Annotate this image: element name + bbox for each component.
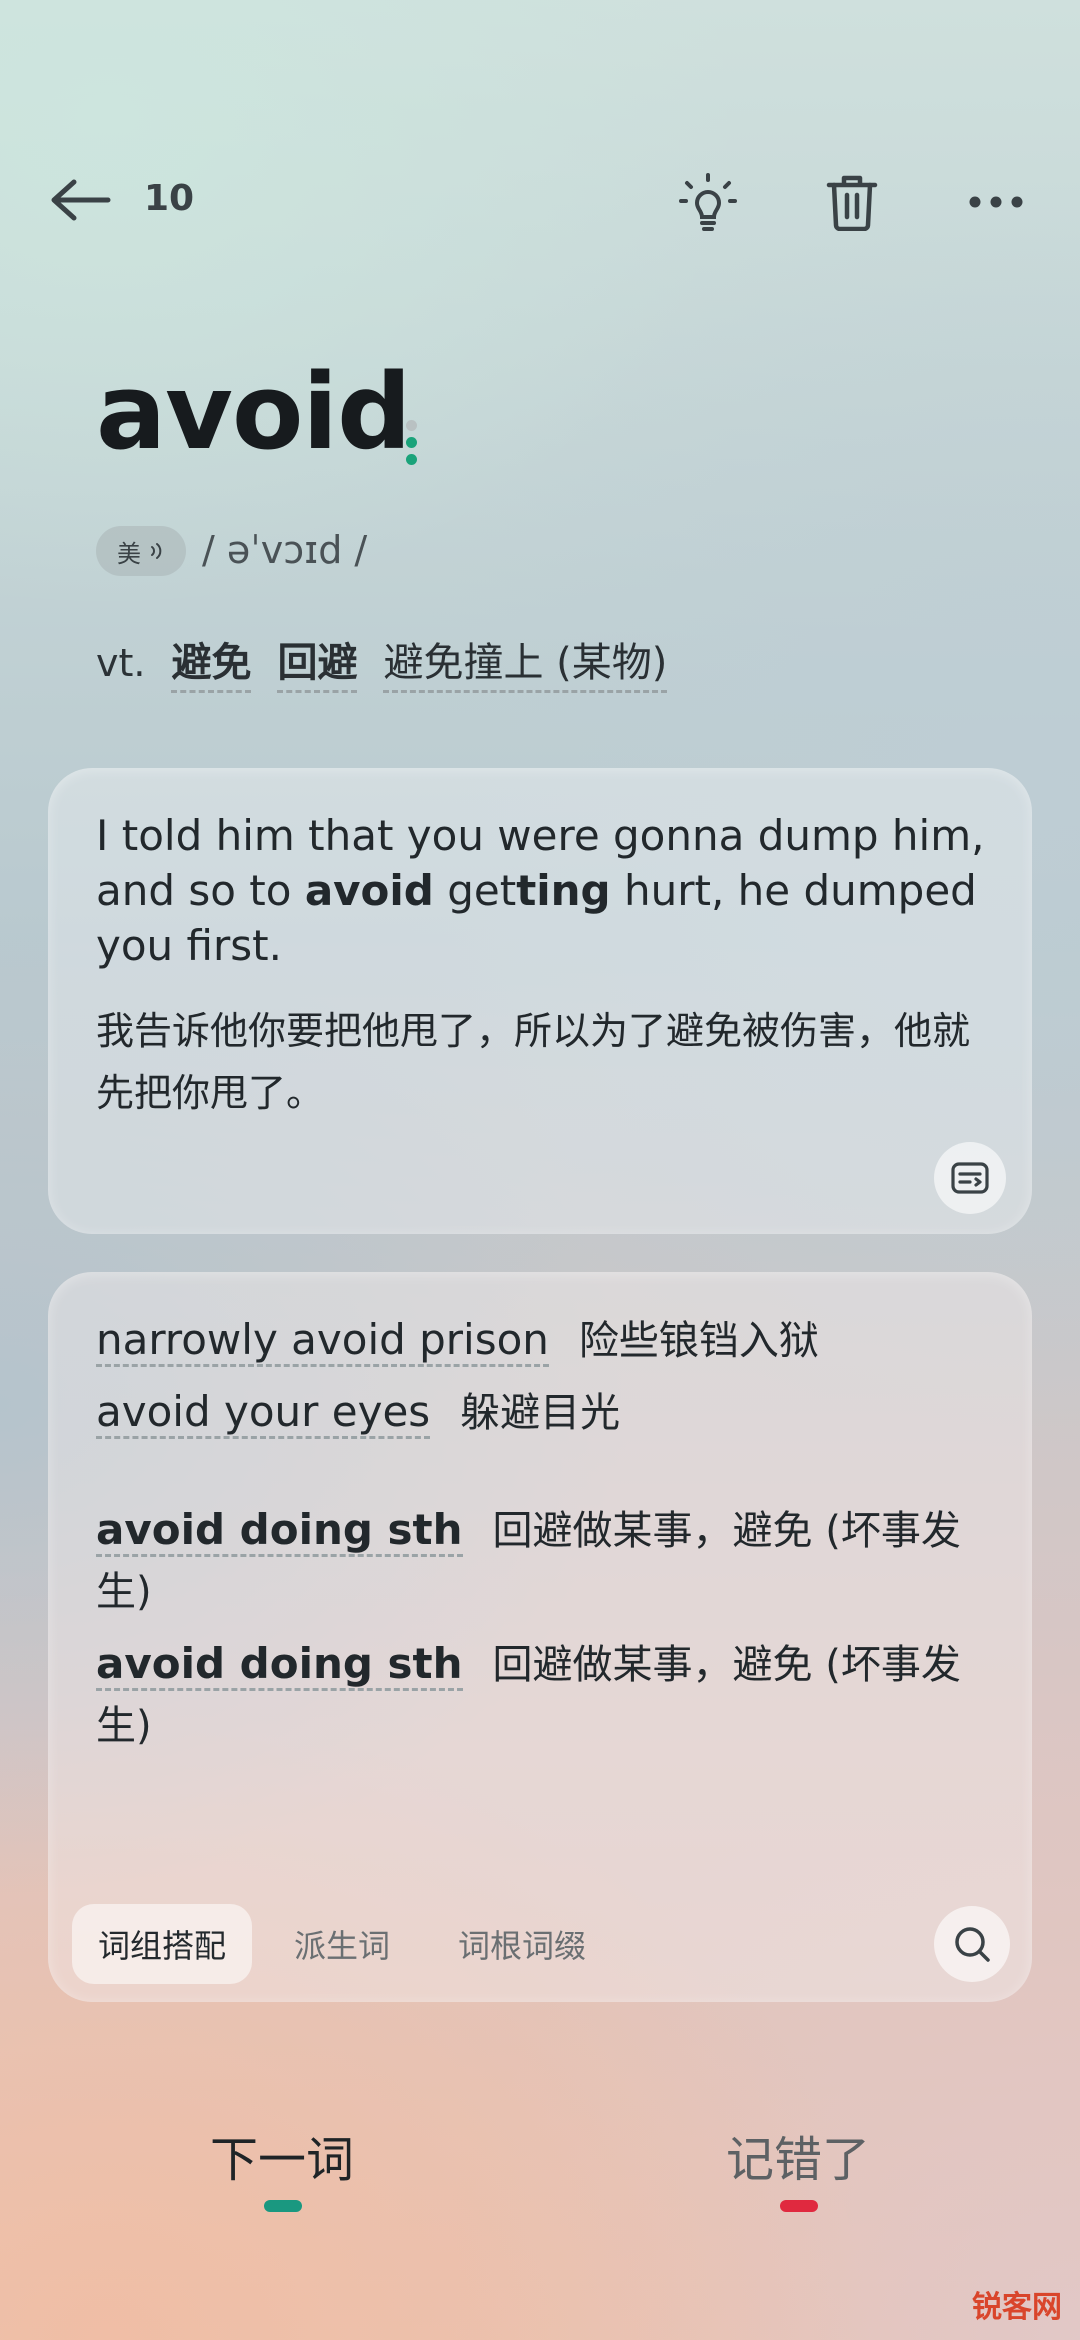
- mark-wrong-button[interactable]: 记错了: [648, 2120, 948, 2190]
- phrase-row[interactable]: narrowly avoid prison 险些锒铛入狱: [96, 1310, 996, 1371]
- mark-wrong-indicator: [780, 2200, 818, 2212]
- arrow-left-icon: [51, 179, 111, 221]
- dot: [405, 454, 417, 465]
- phrase-english: avoid your eyes: [96, 1387, 431, 1439]
- definitions: vt. 避免 回避 避免撞上 (某物): [96, 630, 668, 693]
- more-button[interactable]: [956, 162, 1036, 242]
- familiarity-dots: [404, 420, 418, 480]
- trash-icon: [826, 175, 878, 231]
- more-dots-icon: [969, 196, 1023, 208]
- lightbulb-icon: [679, 173, 737, 231]
- tab-roots-affixes[interactable]: 词根词缀: [432, 1904, 612, 1984]
- back-button[interactable]: [48, 170, 144, 230]
- phrase-english: narrowly avoid prison: [96, 1315, 549, 1367]
- tab-phrases[interactable]: 词组搭配: [72, 1904, 253, 1984]
- phonetic: / əˈvɔɪd /: [202, 528, 368, 572]
- dot: [405, 420, 417, 431]
- example-keyword: avoid: [304, 866, 434, 915]
- example-text: get: [433, 866, 517, 915]
- headword: avoid: [96, 351, 412, 473]
- word-count: 10: [144, 178, 195, 219]
- speaker-icon: [151, 543, 162, 559]
- tab-bar: 词组搭配 派生词 词根词缀: [72, 1904, 612, 1984]
- tab-derivatives[interactable]: 派生词: [268, 1904, 416, 1984]
- example-keyword: ting: [516, 866, 611, 915]
- phrase-row[interactable]: avoid doing sth 回避做某事，避免 (坏事发生): [96, 1500, 996, 1622]
- dot: [405, 437, 417, 448]
- subtitle-button[interactable]: [934, 1142, 1006, 1214]
- phrase-row[interactable]: avoid your eyes 躲避目光: [96, 1382, 996, 1443]
- phrase-chinese: 险些锒铛入狱: [578, 1318, 819, 1364]
- definition[interactable]: 避免: [171, 630, 252, 693]
- hint-button[interactable]: [668, 162, 748, 242]
- next-word-indicator: [264, 2200, 302, 2212]
- search-button[interactable]: [934, 1906, 1010, 1982]
- example-english: I told him that you were gonna dump him,…: [96, 808, 996, 973]
- phrase-row[interactable]: avoid doing sth 回避做某事，避免 (坏事发生): [96, 1634, 996, 1756]
- definition[interactable]: 回避: [277, 630, 358, 693]
- subtitle-icon: [951, 1162, 989, 1194]
- watermark: 锐客网: [972, 2290, 1062, 2325]
- phrase-english: avoid doing sth: [96, 1505, 463, 1557]
- example-chinese: 我告诉他你要把他甩了，所以为了避免被伤害，他就先把你甩了。: [96, 1009, 971, 1115]
- definition[interactable]: 避免撞上 (某物): [383, 630, 668, 693]
- delete-button[interactable]: [812, 162, 892, 242]
- search-icon: [955, 1927, 990, 1962]
- part-of-speech: vt.: [96, 641, 146, 685]
- region-label: 美: [117, 539, 141, 568]
- phrase-english: avoid doing sth: [96, 1639, 463, 1691]
- phrase-chinese: 躲避目光: [460, 1390, 621, 1436]
- pronounce-button[interactable]: 美: [96, 526, 186, 576]
- next-word-button[interactable]: 下一词: [132, 2120, 432, 2190]
